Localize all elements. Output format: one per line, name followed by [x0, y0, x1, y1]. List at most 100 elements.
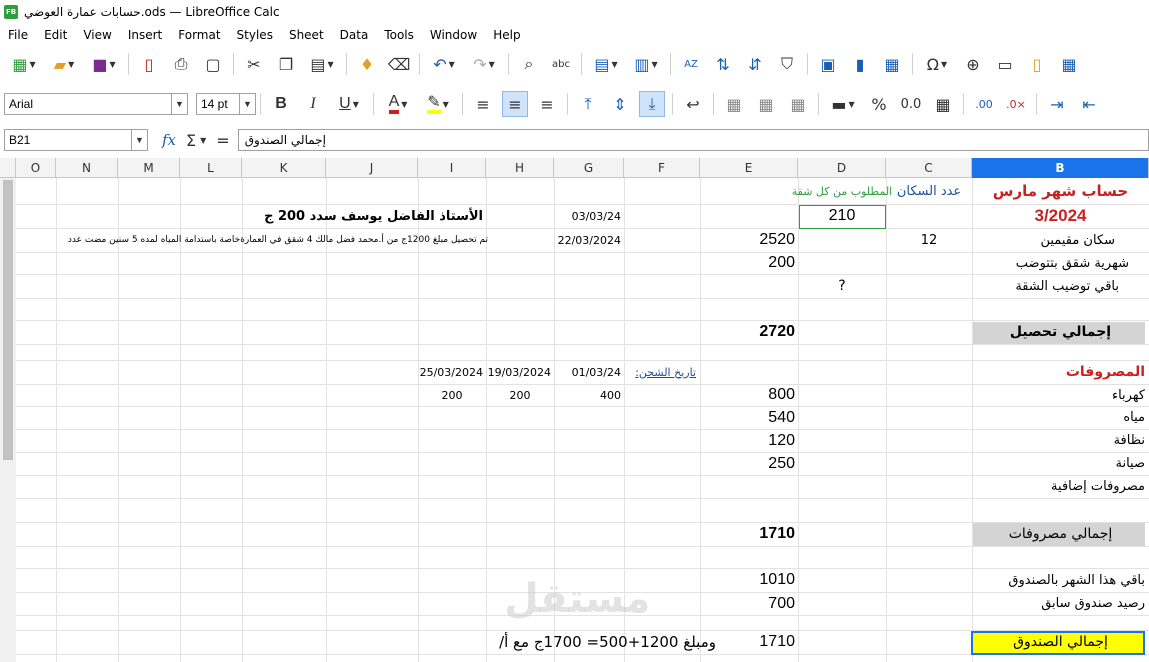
- cell-b19[interactable]: رصيد صندوق سابق: [972, 592, 1149, 615]
- name-box[interactable]: B21 ▼: [4, 129, 148, 151]
- menu-styles[interactable]: Styles: [229, 24, 281, 46]
- sort-ascending-button[interactable]: ⇅: [710, 51, 736, 77]
- merge-cells-button[interactable]: ▦: [721, 91, 747, 117]
- cell-b21[interactable]: إجمالي الصندوق: [972, 630, 1149, 654]
- align-bottom-button[interactable]: ⤓: [639, 91, 665, 117]
- column-header-k[interactable]: K: [242, 158, 326, 178]
- column-header-d[interactable]: D: [798, 158, 886, 178]
- column-header-h[interactable]: H: [486, 158, 554, 178]
- insert-image-button[interactable]: ▣: [815, 51, 841, 77]
- cell-e7[interactable]: 2720: [700, 320, 798, 344]
- grid-corner[interactable]: [0, 158, 16, 178]
- cell-e19[interactable]: 700: [700, 592, 798, 615]
- cell-e13[interactable]: 250: [700, 452, 798, 475]
- align-left-button[interactable]: ≡: [470, 91, 496, 117]
- special-character-button[interactable]: Ω ▼: [920, 51, 954, 77]
- column-button[interactable]: ▥ ▼: [629, 51, 663, 77]
- column-header-m[interactable]: M: [118, 158, 180, 178]
- insert-chart-button[interactable]: ▮: [847, 51, 873, 77]
- cell-h10[interactable]: 200: [486, 384, 554, 406]
- column-header-l[interactable]: L: [180, 158, 242, 178]
- center-vertically-button[interactable]: ⇕: [607, 91, 633, 117]
- add-decimal-button[interactable]: .00: [971, 91, 997, 117]
- menu-sheet[interactable]: Sheet: [281, 24, 332, 46]
- column-header-i[interactable]: I: [418, 158, 486, 178]
- menu-view[interactable]: View: [75, 24, 119, 46]
- chevron-down-icon[interactable]: ▼: [131, 130, 147, 150]
- cell-e10[interactable]: 800: [700, 384, 798, 406]
- format-currency-button[interactable]: ▬ ▼: [826, 91, 860, 117]
- pivot-table-button[interactable]: ▦: [879, 51, 905, 77]
- menu-tools[interactable]: Tools: [376, 24, 422, 46]
- menu-data[interactable]: Data: [332, 24, 377, 46]
- undo-button[interactable]: ↶ ▼: [427, 51, 461, 77]
- format-date-button[interactable]: ▦: [930, 91, 956, 117]
- cut-button[interactable]: ✂: [241, 51, 267, 77]
- cell-e16[interactable]: 1710: [700, 522, 798, 546]
- column-header-b[interactable]: B: [972, 158, 1149, 178]
- delete-decimal-button[interactable]: .0×: [1003, 91, 1029, 117]
- align-center-button[interactable]: ≡: [502, 91, 528, 117]
- cell-c3[interactable]: 12: [886, 228, 972, 252]
- menu-help[interactable]: Help: [485, 24, 528, 46]
- align-top-button[interactable]: ⤒: [575, 91, 601, 117]
- cell-i10[interactable]: 200: [418, 384, 486, 406]
- clear-formatting-button[interactable]: ⌫: [386, 51, 412, 77]
- menu-window[interactable]: Window: [422, 24, 485, 46]
- cell-b13[interactable]: صيانة: [972, 452, 1149, 475]
- cell-e11[interactable]: 540: [700, 406, 798, 429]
- function-wizard-icon[interactable]: fx: [162, 131, 176, 149]
- column-header-f[interactable]: F: [624, 158, 700, 178]
- cell-b2[interactable]: 3/2024: [972, 204, 1149, 228]
- cell-c1[interactable]: عدد السكان: [886, 178, 972, 204]
- cell-d5[interactable]: ?: [798, 274, 886, 298]
- menu-insert[interactable]: Insert: [120, 24, 170, 46]
- row-button[interactable]: ▤ ▼: [589, 51, 623, 77]
- print-preview-button[interactable]: ▢: [200, 51, 226, 77]
- cell-f9[interactable]: تاريخ الشحن:: [624, 360, 700, 384]
- font-color-button[interactable]: A ▼: [381, 91, 415, 117]
- cell-b11[interactable]: مياه: [972, 406, 1149, 429]
- underline-button[interactable]: U ▼: [332, 91, 366, 117]
- cell-b7[interactable]: إجمالي تحصيل: [972, 320, 1149, 344]
- chevron-down-icon[interactable]: ▼: [200, 136, 206, 145]
- cell-g21[interactable]: ومبلغ 1200+500= 1700ج مع أ/: [436, 630, 716, 654]
- paste-button[interactable]: ▤ ▼: [305, 51, 339, 77]
- format-number-button[interactable]: 0.0: [898, 91, 924, 117]
- find-replace-button[interactable]: ⌕: [516, 51, 542, 77]
- define-print-area-button[interactable]: ▦: [1056, 51, 1082, 77]
- sum-icon[interactable]: Σ: [186, 131, 196, 150]
- save-button[interactable]: ■ ▼: [87, 51, 121, 77]
- highlight-color-button[interactable]: ✎ ▼: [421, 91, 455, 117]
- cell-b3[interactable]: سكان مقيمين: [972, 228, 1149, 252]
- column-header-c[interactable]: C: [886, 158, 972, 178]
- headers-footers-button[interactable]: ▯: [1024, 51, 1050, 77]
- sort-button[interactable]: AZ: [678, 51, 704, 77]
- hyperlink-button[interactable]: ⊕: [960, 51, 986, 77]
- comment-button[interactable]: ▭: [992, 51, 1018, 77]
- cell-e4[interactable]: 200: [700, 252, 798, 274]
- redo-button[interactable]: ↷ ▼: [467, 51, 501, 77]
- spelling-button[interactable]: abc: [548, 51, 574, 77]
- menu-format[interactable]: Format: [170, 24, 228, 46]
- column-header-o[interactable]: O: [16, 158, 56, 178]
- format-percent-button[interactable]: %: [866, 91, 892, 117]
- bold-button[interactable]: B: [268, 91, 294, 117]
- cell-g9[interactable]: 01/03/24: [554, 360, 624, 384]
- autofilter-button[interactable]: ⛉: [774, 51, 800, 77]
- cell-h9[interactable]: 19/03/2024: [486, 360, 554, 384]
- column-header-n[interactable]: N: [56, 158, 118, 178]
- cell-b4[interactable]: شهرية شقق بتتوضب: [972, 252, 1149, 274]
- open-button[interactable]: ▰ ▼: [47, 51, 81, 77]
- clone-formatting-button[interactable]: ♦: [354, 51, 380, 77]
- vertical-scrollbar[interactable]: [0, 178, 16, 662]
- cell-b5[interactable]: باقي توضيب الشقة: [972, 274, 1149, 298]
- cell-e18[interactable]: 1010: [700, 568, 798, 592]
- italic-button[interactable]: I: [300, 91, 326, 117]
- font-name-combo[interactable]: Arial ▼: [4, 93, 188, 115]
- sheet-area[interactable]: مستقل حساب شهر مارس عدد السكان المطلوب م…: [16, 178, 1149, 662]
- cell-g10[interactable]: 400: [554, 384, 624, 406]
- cell-b1[interactable]: حساب شهر مارس: [972, 178, 1149, 204]
- cell-i9[interactable]: 25/03/2024: [418, 360, 486, 384]
- formula-input[interactable]: إجمالي الصندوق: [237, 129, 1149, 151]
